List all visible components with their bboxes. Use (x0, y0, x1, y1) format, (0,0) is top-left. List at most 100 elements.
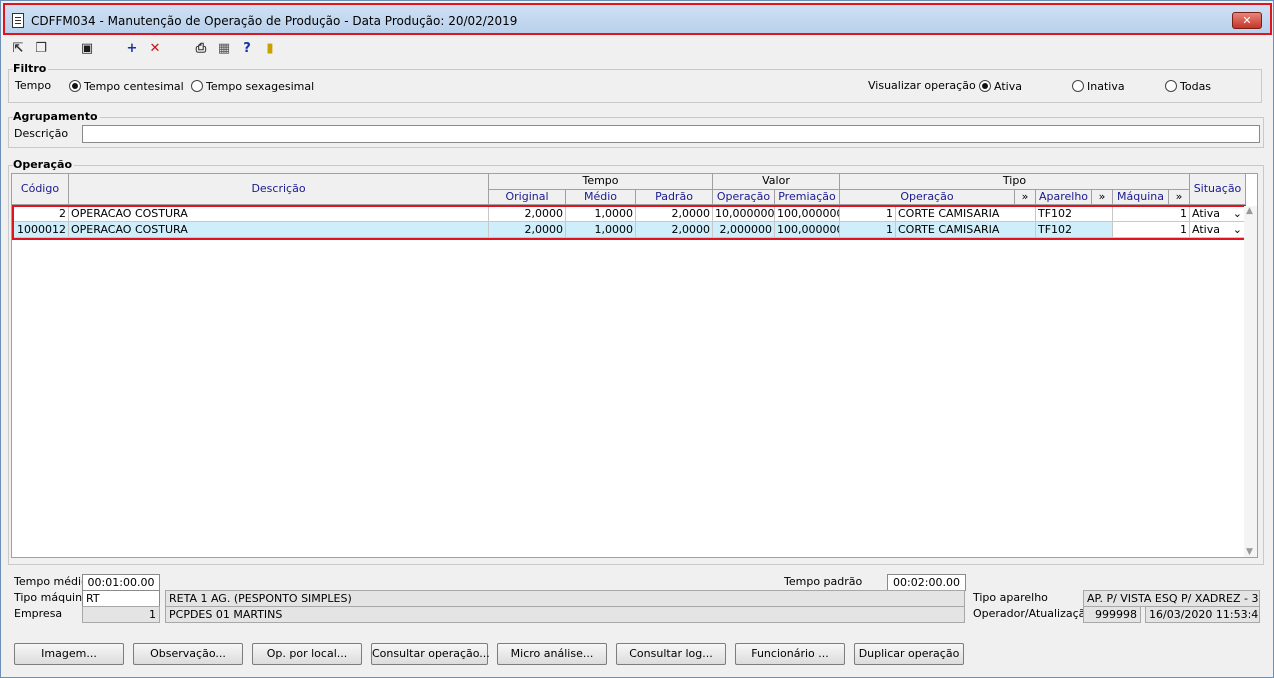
tempo-sexagesimal-label[interactable]: Tempo sexagesimal (206, 80, 314, 93)
descricao-input[interactable] (82, 125, 1260, 143)
duplicar-operacao-button[interactable]: Duplicar operação (854, 643, 964, 665)
cell-medio[interactable]: 1,0000 (566, 206, 636, 222)
cell-medio[interactable]: 1,0000 (566, 222, 636, 238)
descricao-label: Descrição (14, 127, 69, 140)
ativa-radio[interactable] (979, 80, 991, 92)
observacao-button[interactable]: Observação... (133, 643, 243, 665)
chevron-down-icon[interactable]: ⌄ (1233, 206, 1242, 221)
col-original[interactable]: Original (489, 190, 566, 205)
chevron-down-icon[interactable]: ⌄ (1233, 222, 1242, 237)
expand-operacao-button[interactable]: » (1015, 190, 1036, 205)
inativa-radio[interactable] (1072, 80, 1084, 92)
operacao-grid: Código Descrição Tempo Valor Tipo Situaç… (11, 173, 1258, 558)
col-padrao[interactable]: Padrão (636, 190, 713, 205)
cell-aparelho[interactable]: TF102 (1036, 206, 1113, 222)
cell-aparelho[interactable]: TF102 (1036, 222, 1113, 238)
print-icon[interactable]: ⎙ (192, 40, 210, 58)
col-valor-operacao[interactable]: Operação (713, 190, 775, 205)
situacao-select[interactable]: Ativa ⌄ (1190, 222, 1246, 238)
cell-descricao[interactable]: OPERACAO COSTURA (69, 222, 489, 238)
ativa-label[interactable]: Ativa (994, 80, 1022, 93)
col-aparelho[interactable]: Aparelho (1036, 190, 1092, 205)
operador-field: 999998 (1083, 606, 1141, 623)
empresa-code: 1 (82, 606, 160, 623)
copy-icon[interactable]: ❐ (32, 40, 50, 58)
tipo-maquina-field[interactable]: RT (82, 590, 160, 607)
cell-tipo-operacao-desc[interactable]: CORTE CAMISARIA (896, 222, 1036, 238)
close-button[interactable]: ✕ (1232, 12, 1262, 29)
situacao-select[interactable]: Ativa ⌄ (1190, 206, 1246, 222)
table-row[interactable]: 2 OPERACAO COSTURA 2,0000 1,0000 2,0000 … (13, 206, 1246, 222)
cell-premiacao[interactable]: 100,000000 (775, 206, 840, 222)
col-maquina[interactable]: Máquina (1113, 190, 1169, 205)
col-codigo[interactable]: Código (12, 174, 69, 205)
todas-radio[interactable] (1165, 80, 1177, 92)
operador-label: Operador/Atualização (973, 607, 1093, 620)
col-descricao[interactable]: Descrição (69, 174, 489, 205)
col-premiacao[interactable]: Premiação (775, 190, 840, 205)
scroll-up-icon[interactable]: ▲ (1246, 206, 1253, 216)
col-tipo-operacao[interactable]: Operação (840, 190, 1015, 205)
tempo-label: Tempo (15, 79, 52, 92)
navigate-icon[interactable]: ⇱ (9, 40, 27, 58)
funcionario-button[interactable]: Funcionário ... (735, 643, 845, 665)
tipo-aparelho-field: AP. P/ VISTA ESQ P/ XADREZ - 35M (1083, 590, 1260, 607)
tempo-sexagesimal-radio[interactable] (191, 80, 203, 92)
micro-analise-button[interactable]: Micro análise... (497, 643, 607, 665)
tipo-maquina-desc: RETA 1 AG. (PESPONTO SIMPLES) (165, 590, 965, 607)
cell-maquina[interactable]: 1 (1113, 206, 1190, 222)
col-medio[interactable]: Médio (566, 190, 636, 205)
vertical-scrollbar[interactable]: ▲ ▼ (1244, 206, 1257, 557)
cell-maquina[interactable]: 1 (1113, 222, 1190, 238)
situacao-value: Ativa (1192, 223, 1220, 236)
filtro-legend: Filtro (13, 62, 49, 75)
cell-tipo-operacao-num[interactable]: 1 (840, 206, 896, 222)
empresa-desc: PCPDES 01 MARTINS (165, 606, 965, 623)
help-icon[interactable]: ? (238, 40, 256, 58)
main-window: CDFFM034 - Manutenção de Operação de Pro… (0, 0, 1274, 678)
title-bar: CDFFM034 - Manutenção de Operação de Pro… (3, 3, 1272, 35)
exit-icon[interactable]: ▮ (261, 40, 279, 58)
tempo-padrao-field[interactable]: 00:02:00.00 (887, 574, 966, 591)
op-por-local-button[interactable]: Op. por local... (252, 643, 362, 665)
cell-valor-operacao[interactable]: 2,000000 (713, 222, 775, 238)
group-tempo: Tempo (489, 174, 713, 190)
cell-premiacao[interactable]: 100,000000 (775, 222, 840, 238)
atualizacao-field: 16/03/2020 11:53:45 (1145, 606, 1260, 623)
cell-codigo[interactable]: 1000012 (13, 222, 69, 238)
expand-maquina-button[interactable]: » (1169, 190, 1190, 205)
cell-tipo-operacao-desc[interactable]: CORTE CAMISARIA (896, 206, 1036, 222)
inativa-label[interactable]: Inativa (1087, 80, 1125, 93)
consultar-log-button[interactable]: Consultar log... (616, 643, 726, 665)
tipo-aparelho-label: Tipo aparelho (973, 591, 1048, 604)
tempo-centesimal-label[interactable]: Tempo centesimal (84, 80, 184, 93)
consultar-operacao-button[interactable]: Consultar operação... (371, 643, 490, 665)
cell-original[interactable]: 2,0000 (489, 206, 566, 222)
col-situacao[interactable]: Situação (1190, 174, 1246, 205)
save-icon[interactable]: ▣ (78, 40, 96, 58)
tempo-centesimal-radio[interactable] (69, 80, 81, 92)
cell-tipo-operacao-num[interactable]: 1 (840, 222, 896, 238)
cell-original[interactable]: 2,0000 (489, 222, 566, 238)
agrupamento-legend: Agrupamento (13, 110, 100, 123)
table-row[interactable]: 1000012 OPERACAO COSTURA 2,0000 1,0000 2… (13, 222, 1246, 238)
cell-padrao[interactable]: 2,0000 (636, 222, 713, 238)
expand-aparelho-button[interactable]: » (1092, 190, 1113, 205)
imagem-button[interactable]: Imagem... (14, 643, 124, 665)
operacao-legend: Operação (13, 158, 75, 171)
window-title: CDFFM034 - Manutenção de Operação de Pro… (31, 14, 518, 28)
todas-label[interactable]: Todas (1180, 80, 1211, 93)
delete-icon[interactable]: ✕ (146, 40, 164, 58)
tempo-medio-field[interactable]: 00:01:00.00 (82, 574, 160, 591)
calculator-icon[interactable]: ▦ (215, 40, 233, 58)
group-valor: Valor (713, 174, 840, 190)
add-icon[interactable]: + (123, 40, 141, 58)
tempo-padrao-label: Tempo padrão (784, 575, 863, 588)
cell-codigo[interactable]: 2 (13, 206, 69, 222)
toolbar: ⇱ ❐ ▣ + ✕ ⎙ ▦ ? ▮ (1, 37, 1273, 61)
cell-descricao[interactable]: OPERACAO COSTURA (69, 206, 489, 222)
cell-padrao[interactable]: 2,0000 (636, 206, 713, 222)
empresa-label: Empresa (14, 607, 63, 620)
cell-valor-operacao[interactable]: 10,000000 (713, 206, 775, 222)
scroll-down-icon[interactable]: ▼ (1246, 547, 1253, 557)
